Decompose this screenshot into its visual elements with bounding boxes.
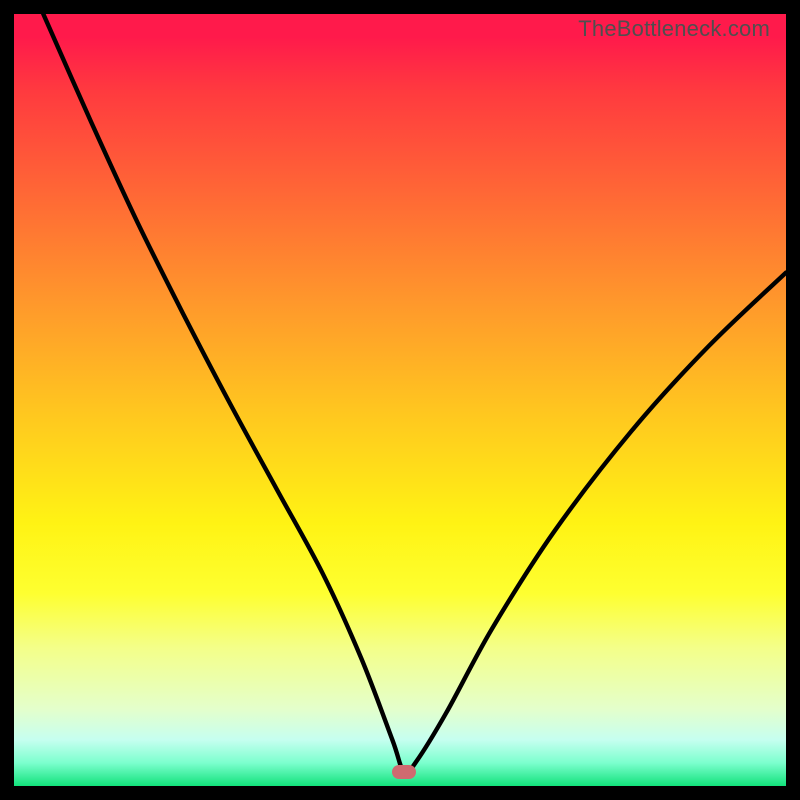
plot-area: TheBottleneck.com (14, 14, 786, 786)
chart-frame: TheBottleneck.com (0, 0, 800, 800)
optimum-marker (392, 765, 416, 779)
bottleneck-curve (14, 14, 786, 786)
curve-path (43, 14, 786, 774)
